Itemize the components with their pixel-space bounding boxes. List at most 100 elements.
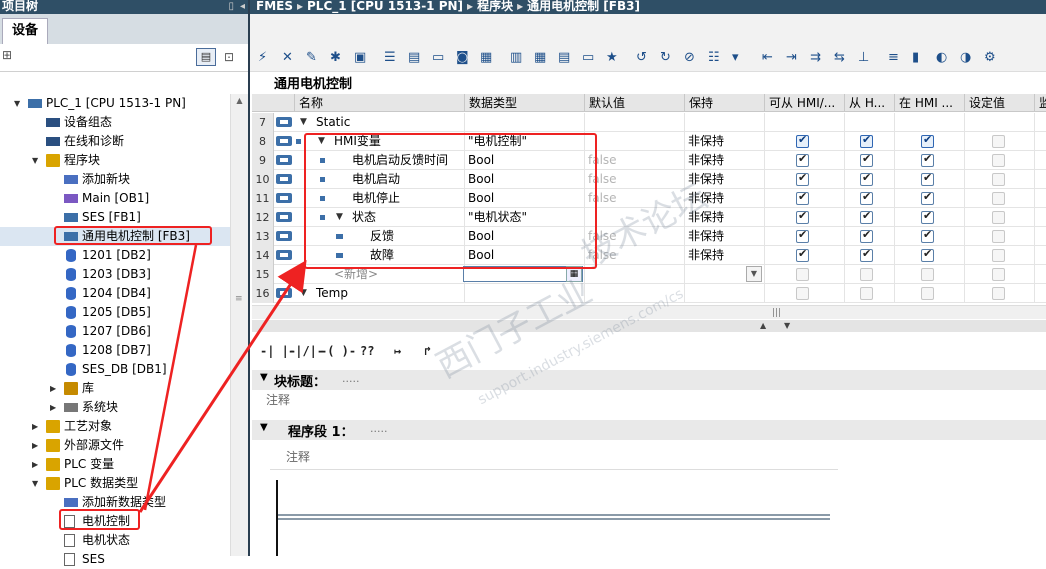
toolbar-button-icon[interactable]: ⇥ [786, 50, 797, 65]
tree-item[interactable]: 1204 [DB4] [0, 284, 230, 303]
row-number[interactable]: 16 [252, 284, 274, 303]
expand-toggle-icon[interactable]: ▼ [32, 151, 42, 170]
row-number[interactable]: 8 [252, 132, 274, 151]
retain-cell[interactable]: 非保持 [688, 189, 724, 208]
interface-splitter[interactable]: ▲ ▼ [252, 320, 1046, 332]
expand-down-icon[interactable]: ▼ [784, 321, 790, 330]
breadcrumb-item[interactable]: 程序块 [477, 0, 513, 13]
row-number[interactable]: 14 [252, 246, 274, 265]
hmi-access-checkbox[interactable] [796, 133, 809, 148]
collapse-up-icon[interactable]: ▲ [760, 321, 766, 330]
retain-cell[interactable]: 非保持 [688, 151, 724, 170]
tree-item[interactable]: SES [FB1] [0, 208, 230, 227]
toolbar-button-icon[interactable]: ▭ [432, 50, 444, 65]
toolbar-button-icon[interactable]: ⚙ [984, 50, 996, 65]
toolbar-button-icon[interactable]: ✕ [282, 50, 293, 65]
row-number[interactable]: 12 [252, 208, 274, 227]
tree-item[interactable]: ▶ 库 [0, 379, 230, 398]
network-comment-box[interactable] [270, 444, 838, 470]
hmi-access-checkbox[interactable] [860, 209, 873, 224]
tree-item[interactable]: ▶ PLC 变量 [0, 455, 230, 474]
column-header[interactable]: 默认值 [584, 94, 684, 112]
collapse-toggle-icon[interactable]: ▶ [32, 417, 42, 436]
tree-item[interactable]: Main [OB1] [0, 189, 230, 208]
tab-devices[interactable]: 设备 [2, 18, 48, 44]
setpoint-checkbox[interactable] [992, 230, 1005, 243]
column-header[interactable]: 保持 [684, 94, 764, 112]
expand-toggle-icon[interactable]: ▼ [300, 113, 307, 132]
tree-item[interactable]: ▶ 工艺对象 [0, 417, 230, 436]
hmi-access-checkbox[interactable] [860, 268, 873, 281]
member-name[interactable]: Temp [316, 284, 348, 303]
network-title-bar[interactable]: ▼ 程序段 1： ..... [252, 420, 1046, 440]
lad-instruction-icon[interactable]: ↱ [424, 344, 431, 358]
toolbar-button-icon[interactable]: ▦ [480, 50, 492, 65]
block-title-bar[interactable]: ▼ 块标题： ..... [252, 370, 1046, 390]
table-hscrollbar[interactable]: ||| [252, 305, 1046, 319]
table-row[interactable]: 7 ▼ Static [252, 113, 1046, 132]
hmi-access-checkbox[interactable] [860, 152, 873, 167]
row-number[interactable]: 10 [252, 170, 274, 189]
toolbar-button-icon[interactable]: ⇉ [810, 50, 821, 65]
expand-toggle-icon[interactable]: ▼ [32, 474, 42, 493]
column-header[interactable]: 数据类型 [464, 94, 584, 112]
toolbar-button-icon[interactable]: ⊥ [858, 50, 869, 65]
lad-instruction-icon[interactable]: ↦ [394, 344, 401, 358]
column-header[interactable]: 监 [1034, 94, 1046, 112]
member-name[interactable]: Static [316, 113, 350, 132]
tree-item[interactable]: 1203 [DB3] [0, 265, 230, 284]
hmi-access-checkbox[interactable] [921, 209, 934, 224]
lad-instruction-icon[interactable]: -|/|- [288, 344, 324, 358]
hmi-access-checkbox[interactable] [921, 228, 934, 243]
hmi-access-checkbox[interactable] [860, 171, 873, 186]
row-number[interactable]: 9 [252, 151, 274, 170]
tree-item[interactable]: 1207 [DB6] [0, 322, 230, 341]
expand-toggle-icon[interactable]: ▼ [300, 284, 307, 303]
setpoint-checkbox[interactable] [992, 192, 1005, 205]
table-row[interactable]: 16 ▼ Temp [252, 284, 1046, 303]
tree-item[interactable]: SES_DB [DB1] [0, 360, 230, 379]
collapse-toggle-icon[interactable]: ▶ [50, 379, 60, 398]
collapse-triangle-icon[interactable]: ▼ [260, 372, 268, 383]
hmi-access-checkbox[interactable] [796, 209, 809, 224]
toolbar-button-icon[interactable]: ☷ [708, 50, 720, 65]
tree-item[interactable]: 在线和诊断 [0, 132, 230, 151]
tree-item[interactable]: 设备组态 [0, 113, 230, 132]
collapse-toggle-icon[interactable]: ▶ [32, 436, 42, 455]
tree-item[interactable]: 1208 [DB7] [0, 341, 230, 360]
collapse-toggle-icon[interactable]: ▶ [50, 398, 60, 417]
tree-item[interactable]: ▼ PLC_1 [CPU 1513-1 PN] [0, 94, 230, 113]
block-title-value[interactable]: ..... [342, 372, 359, 385]
toolbar-button-icon[interactable]: ▥ [510, 50, 522, 65]
hmi-access-checkbox[interactable] [796, 287, 809, 300]
hmi-access-checkbox[interactable] [921, 133, 934, 148]
tree-scrollbar[interactable]: ▲ ≡ [230, 94, 248, 556]
toolbar-button-icon[interactable]: ▾ [732, 50, 739, 65]
setpoint-checkbox[interactable] [992, 249, 1005, 262]
toolbar-button-icon[interactable]: ▤ [558, 50, 570, 65]
toolbar-button-icon[interactable]: ▤ [408, 50, 420, 65]
hmi-access-checkbox[interactable] [921, 152, 934, 167]
setpoint-checkbox[interactable] [992, 287, 1005, 300]
toolbar-button-icon[interactable]: ☰ [384, 50, 396, 65]
hmi-access-checkbox[interactable] [860, 247, 873, 262]
scroll-up-icon[interactable]: ▲ [232, 96, 247, 110]
lad-instruction-icon[interactable]: ?? [360, 344, 374, 358]
hmi-access-checkbox[interactable] [796, 268, 809, 281]
network-wire[interactable] [278, 514, 830, 516]
collapse-icon[interactable]: ◂ [240, 1, 245, 13]
toolbar-button-icon[interactable]: ◑ [960, 50, 971, 65]
network-title-value[interactable]: ..... [370, 422, 387, 435]
column-header[interactable]: 在 HMI ... [894, 94, 964, 112]
tree-item[interactable]: ▼ 程序块 [0, 151, 230, 170]
breadcrumb-item[interactable]: 通用电机控制 [FB3] [527, 0, 640, 13]
scroll-grip-icon[interactable]: ≡ [235, 294, 243, 304]
view-overview-button[interactable]: ⊡ [220, 48, 238, 66]
toolbar-button-icon[interactable]: ✎ [306, 50, 317, 65]
setpoint-checkbox[interactable] [992, 173, 1005, 186]
toolbar-button-icon[interactable]: ★ [606, 50, 618, 65]
pane-splitter[interactable] [248, 0, 250, 556]
tree-item[interactable]: ▶ 外部源文件 [0, 436, 230, 455]
column-header[interactable]: 从 H... [844, 94, 894, 112]
toolbar-button-icon[interactable]: ⇤ [762, 50, 773, 65]
